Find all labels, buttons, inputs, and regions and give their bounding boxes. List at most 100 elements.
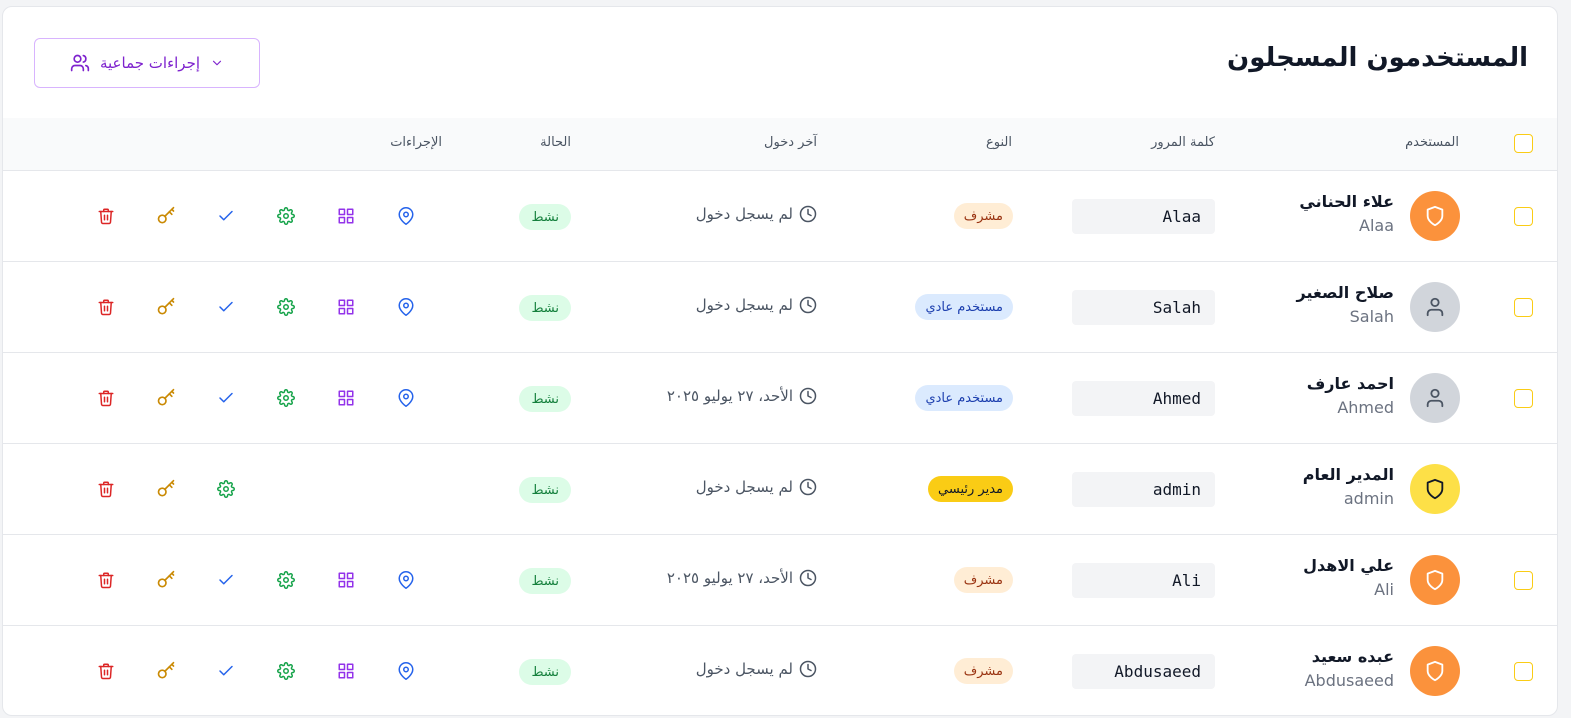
avatar [1410, 464, 1460, 514]
row-checkbox[interactable] [1514, 662, 1533, 681]
status-badge: نشط [519, 295, 571, 321]
trash-icon [97, 389, 115, 407]
clock-icon [799, 296, 817, 314]
last-login: لم يسجل دخول [696, 296, 817, 314]
header-last-login: آخر دخول [764, 135, 817, 150]
dashboard-action-button[interactable] [335, 569, 357, 591]
approve-action-button[interactable] [215, 660, 237, 682]
user-name: المدير العام [1302, 465, 1394, 484]
location-action-button[interactable] [395, 205, 417, 227]
location-action-button[interactable] [395, 569, 417, 591]
settings-action-button[interactable] [275, 569, 297, 591]
status-badge: نشط [519, 477, 571, 503]
gear-icon [277, 298, 295, 316]
user-login: Ahmed [1337, 398, 1394, 417]
shield-icon [1424, 660, 1446, 682]
approve-action-button[interactable] [215, 387, 237, 409]
type-badge: مدير رئيسي [928, 476, 1013, 502]
approve-action-button[interactable] [215, 296, 237, 318]
row-checkbox[interactable] [1514, 207, 1533, 226]
dashboard-grid-icon [337, 571, 355, 589]
check-icon [217, 571, 235, 589]
check-icon [217, 389, 235, 407]
delete-action-button[interactable] [95, 660, 117, 682]
check-icon [217, 207, 235, 225]
key-action-button[interactable] [155, 569, 177, 591]
dashboard-action-button[interactable] [335, 660, 357, 682]
type-badge: مشرف [953, 658, 1013, 684]
password-value: Ali [1072, 563, 1215, 598]
page-title: المستخدمون المسجلون [1227, 43, 1528, 73]
last-login: لم يسجل دخول [696, 660, 817, 678]
key-icon [156, 206, 176, 226]
key-action-button[interactable] [155, 387, 177, 409]
delete-action-button[interactable] [95, 205, 117, 227]
dashboard-action-button[interactable] [335, 296, 357, 318]
check-icon [217, 662, 235, 680]
status-badge: نشط [519, 659, 571, 685]
location-action-button[interactable] [395, 660, 417, 682]
key-action-button[interactable] [155, 660, 177, 682]
dashboard-grid-icon [337, 662, 355, 680]
settings-action-button[interactable] [275, 660, 297, 682]
settings-action-button[interactable] [275, 296, 297, 318]
clock-icon [799, 205, 817, 223]
row-checkbox[interactable] [1514, 389, 1533, 408]
type-badge: مشرف [953, 203, 1013, 229]
user-login: Alaa [1359, 216, 1394, 235]
clock-icon [799, 569, 817, 587]
user-login: Ali [1374, 580, 1394, 599]
row-checkbox[interactable] [1514, 298, 1533, 317]
dashboard-action-button[interactable] [335, 205, 357, 227]
settings-action-button[interactable] [275, 387, 297, 409]
key-icon [156, 479, 176, 499]
type-badge: مشرف [953, 567, 1013, 593]
user-login: admin [1343, 489, 1394, 508]
location-pin-icon [397, 571, 415, 589]
status-badge: نشط [519, 568, 571, 594]
user-name: احمد عارف [1306, 374, 1394, 393]
bulk-actions-label: إجراءات جماعية [99, 54, 201, 72]
header-status: الحالة [540, 135, 571, 150]
key-action-button[interactable] [155, 478, 177, 500]
key-action-button[interactable] [155, 205, 177, 227]
location-action-button[interactable] [395, 387, 417, 409]
bulk-actions-button[interactable]: إجراءات جماعية [34, 38, 260, 88]
clock-icon [799, 660, 817, 678]
settings-action-button[interactable] [215, 478, 237, 500]
dashboard-grid-icon [337, 298, 355, 316]
delete-action-button[interactable] [95, 387, 117, 409]
row-checkbox[interactable] [1514, 571, 1533, 590]
shield-icon [1424, 569, 1446, 591]
settings-action-button[interactable] [275, 205, 297, 227]
gear-icon [277, 207, 295, 225]
approve-action-button[interactable] [215, 569, 237, 591]
user-name: علاء الحناني [1299, 192, 1394, 211]
shield-icon [1424, 205, 1446, 227]
delete-action-button[interactable] [95, 478, 117, 500]
approve-action-button[interactable] [215, 205, 237, 227]
delete-action-button[interactable] [95, 569, 117, 591]
shield-icon [1424, 478, 1446, 500]
select-all-checkbox[interactable] [1514, 134, 1533, 153]
delete-action-button[interactable] [95, 296, 117, 318]
password-value: admin [1072, 472, 1215, 507]
location-action-button[interactable] [395, 296, 417, 318]
key-icon [156, 388, 176, 408]
location-pin-icon [397, 662, 415, 680]
last-login: لم يسجل دخول [696, 478, 817, 496]
gear-icon [277, 571, 295, 589]
header-type: النوع [986, 135, 1012, 150]
user-name: صلاح الصغير [1296, 283, 1394, 302]
status-badge: نشط [519, 204, 571, 230]
password-value: Alaa [1072, 199, 1215, 234]
location-pin-icon [397, 207, 415, 225]
table-row: عبده سعيد Abdusaeed Abdusaeed مشرف لم يسجل د… [3, 626, 1557, 715]
key-icon [156, 661, 176, 681]
dashboard-action-button[interactable] [335, 387, 357, 409]
trash-icon [97, 571, 115, 589]
user-icon [1424, 296, 1446, 318]
key-action-button[interactable] [155, 296, 177, 318]
trash-icon [97, 480, 115, 498]
clock-icon [799, 478, 817, 496]
